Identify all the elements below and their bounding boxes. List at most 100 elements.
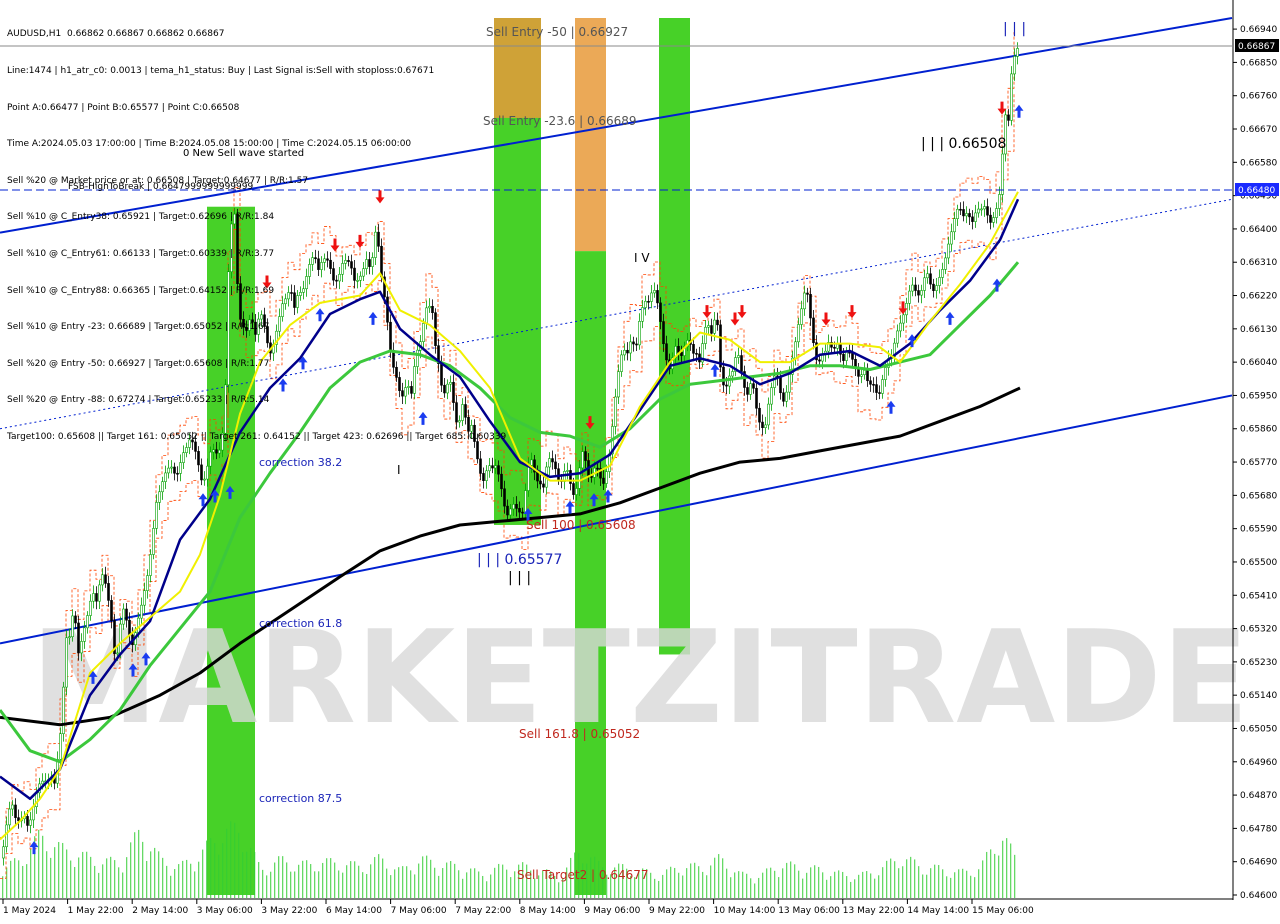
volume-bar xyxy=(674,867,676,898)
candle-body xyxy=(8,808,11,826)
candle-body xyxy=(944,257,947,270)
volume-bar xyxy=(130,842,132,898)
candle-body xyxy=(230,223,233,273)
candle-body xyxy=(623,349,626,356)
chart-canvas[interactable]: MARKETZITRADE FSB-HighToBreak | 0.664799… xyxy=(0,0,1280,920)
candle-body xyxy=(926,273,929,279)
volume-bar xyxy=(826,879,828,898)
candle-body xyxy=(173,466,176,474)
candle-body xyxy=(458,420,461,423)
y-tick-label: 0.64870 xyxy=(1240,791,1277,801)
candle-body xyxy=(401,390,404,397)
volume-bar xyxy=(342,872,344,898)
candle-body xyxy=(527,465,530,491)
candle-body xyxy=(104,574,107,584)
point-b-label: | | | 0.65577 xyxy=(477,552,562,568)
volume-bar xyxy=(918,866,920,898)
volume-bar xyxy=(894,861,896,898)
candle-body xyxy=(884,367,887,380)
y-tick-label: 0.66130 xyxy=(1240,325,1277,335)
volume-bar xyxy=(506,869,508,898)
current-price-badge: 0.66867 xyxy=(1235,39,1279,52)
axes-layer: 0.66940 0.66850 0.66760 0.66670 0.66580 0.664… xyxy=(0,0,1279,916)
candle-body xyxy=(920,290,923,296)
x-tick-label: 13 May 22:00 xyxy=(843,906,905,916)
volume-bar xyxy=(346,865,348,898)
volume-bar xyxy=(54,847,56,898)
volume-bar xyxy=(986,851,988,898)
candle-body xyxy=(881,379,884,394)
volume-bar xyxy=(950,877,952,898)
volume-bar xyxy=(314,871,316,898)
trading-chart[interactable]: MARKETZITRADE FSB-HighToBreak | 0.664799… xyxy=(0,0,1280,920)
volume-bar xyxy=(698,866,700,898)
candle-body xyxy=(581,451,584,469)
candle-body xyxy=(260,314,263,320)
candle-body xyxy=(182,452,185,463)
candle-body xyxy=(629,341,632,354)
candle-body xyxy=(983,206,986,210)
volume-bar xyxy=(406,866,408,898)
x-tick-label: 14 May 14:00 xyxy=(907,906,969,916)
red-down-arrow-icon xyxy=(737,305,747,319)
volume-bar xyxy=(786,862,788,898)
y-tick-label: 0.65590 xyxy=(1240,525,1277,535)
volume-bar xyxy=(958,869,960,898)
volume-bar xyxy=(558,882,560,898)
x-tick-label: 7 May 22:00 xyxy=(455,906,511,916)
candle-body xyxy=(1001,153,1004,195)
y-tick-label: 0.65320 xyxy=(1240,625,1277,635)
candle-body xyxy=(665,343,668,361)
candle-body xyxy=(455,402,458,423)
candle-body xyxy=(518,508,521,513)
candle-body xyxy=(368,259,371,267)
volume-bar xyxy=(690,863,692,898)
candle-body xyxy=(314,257,317,260)
volume-bar xyxy=(654,878,656,898)
y-tick-label: 0.65410 xyxy=(1240,591,1277,601)
volume-bar xyxy=(218,854,220,898)
candle-body xyxy=(143,590,146,606)
x-tick-label: 9 May 22:00 xyxy=(649,906,705,916)
volume-bar xyxy=(182,860,184,898)
candle-body xyxy=(809,294,812,319)
volume-bar xyxy=(794,864,796,898)
volume-bar xyxy=(802,878,804,898)
candle-body xyxy=(704,326,707,344)
candle-body xyxy=(965,213,968,217)
volume-bar xyxy=(450,861,452,898)
candle-body xyxy=(137,617,140,633)
candle-body xyxy=(755,387,758,409)
candle-body xyxy=(467,417,470,432)
candle-body xyxy=(98,584,101,602)
volume-bar xyxy=(122,872,124,898)
volume-bar xyxy=(382,858,384,898)
volume-bar xyxy=(650,872,652,898)
candle-body xyxy=(818,359,821,362)
candle-body xyxy=(1007,114,1010,121)
volume-bar xyxy=(782,868,784,898)
volume-bar xyxy=(914,859,916,898)
volume-bar xyxy=(878,875,880,898)
volume-bar xyxy=(930,868,932,898)
volume-bar xyxy=(66,849,68,898)
volume-bar xyxy=(438,875,440,898)
volume-bar xyxy=(734,872,736,898)
candle-body xyxy=(191,439,194,443)
candle-body xyxy=(554,461,557,470)
volume-bar xyxy=(658,880,660,898)
candle-body xyxy=(662,321,665,345)
candle-body xyxy=(740,355,743,372)
volume-bar xyxy=(686,868,688,898)
candle-body xyxy=(362,268,365,277)
volume-bar xyxy=(702,871,704,898)
volume-bar xyxy=(966,870,968,898)
candle-body xyxy=(962,209,965,217)
volume-bar xyxy=(726,868,728,898)
volume-bar xyxy=(370,864,372,898)
red-down-arrow-icon xyxy=(821,312,831,326)
candle-body xyxy=(296,295,299,308)
volume-bar xyxy=(226,828,228,898)
candle-body xyxy=(83,627,86,642)
volume-bar xyxy=(770,867,772,898)
